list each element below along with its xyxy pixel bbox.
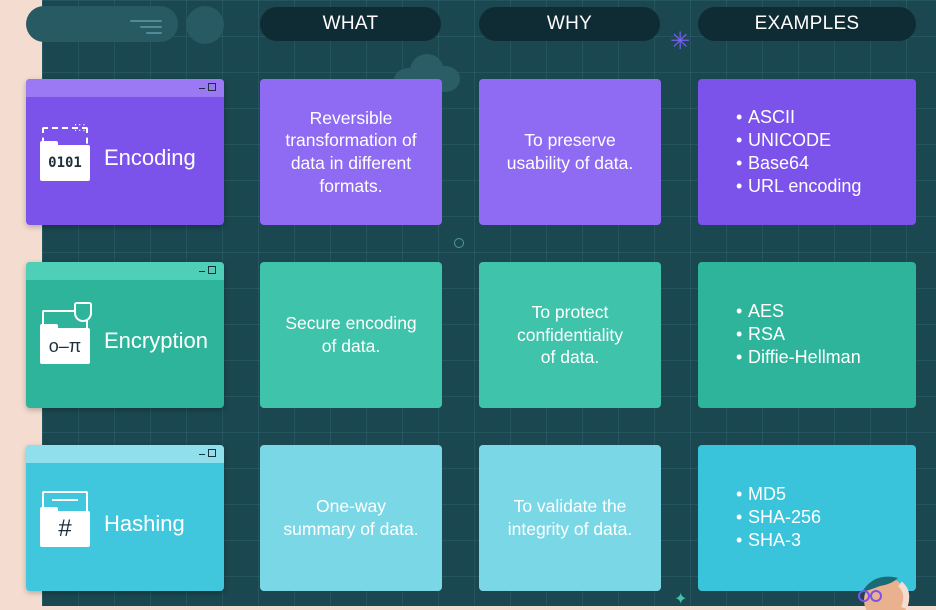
example-item: ASCII	[736, 106, 916, 129]
lines-icon	[130, 20, 162, 42]
example-item: RSA	[736, 323, 916, 346]
minimize-icon[interactable]	[199, 270, 205, 272]
example-item: Diffie-Hellman	[736, 346, 916, 369]
key-icon: o‒π	[48, 335, 82, 356]
window-titlebar	[26, 79, 224, 97]
encryption-why-card: To protect confidentiality of data.	[479, 262, 661, 408]
encoding-examples-card: ASCII UNICODE Base64 URL encoding	[698, 79, 916, 225]
example-item: MD5	[736, 483, 916, 506]
hashing-window: # Hashing	[26, 445, 224, 591]
window-controls[interactable]	[199, 83, 216, 91]
row-label-encoding: Encoding	[104, 145, 196, 170]
example-item: URL encoding	[736, 175, 916, 198]
example-item: Base64	[736, 152, 916, 175]
encoding-window: ⁚⁚⁚ 0101 Encoding	[26, 79, 224, 225]
window-titlebar	[26, 445, 224, 463]
row-label-hashing: Hashing	[104, 511, 185, 536]
window-titlebar	[26, 262, 224, 280]
hashing-why-card: To validate the integrity of data.	[479, 445, 661, 591]
row-label-encryption: Encryption	[104, 328, 208, 353]
hashing-what-card: One-way summary of data.	[260, 445, 442, 591]
header-why: WHY	[479, 7, 660, 41]
ring-icon	[454, 238, 464, 248]
encryption-window: o‒π Encryption	[26, 262, 224, 408]
decorative-circle	[186, 6, 224, 44]
sparkle-icon: ✳	[670, 28, 691, 55]
shield-icon	[74, 302, 92, 322]
mascot-illustration	[858, 576, 910, 610]
maximize-icon[interactable]	[208, 449, 216, 457]
hash-symbol: #	[58, 515, 72, 542]
example-item: AES	[736, 300, 916, 323]
minimize-icon[interactable]	[199, 87, 205, 89]
window-controls[interactable]	[199, 266, 216, 274]
header-examples: EXAMPLES	[698, 7, 916, 41]
encryption-what-card: Secure encoding of data.	[260, 262, 442, 408]
maximize-icon[interactable]	[208, 83, 216, 91]
example-item: SHA-3	[736, 529, 916, 552]
encoding-why-card: To preserve usability of data.	[479, 79, 661, 225]
window-controls[interactable]	[199, 449, 216, 457]
minimize-icon[interactable]	[199, 453, 205, 455]
maximize-icon[interactable]	[208, 266, 216, 274]
encryption-examples-card: AES RSA Diffie-Hellman	[698, 262, 916, 408]
encoding-what-card: Reversible transformation of data in dif…	[260, 79, 442, 225]
binary-text: 0101	[48, 155, 82, 171]
example-item: UNICODE	[736, 129, 916, 152]
header-what: WHAT	[260, 7, 441, 41]
decorative-pill	[26, 6, 178, 42]
example-item: SHA-256	[736, 506, 916, 529]
